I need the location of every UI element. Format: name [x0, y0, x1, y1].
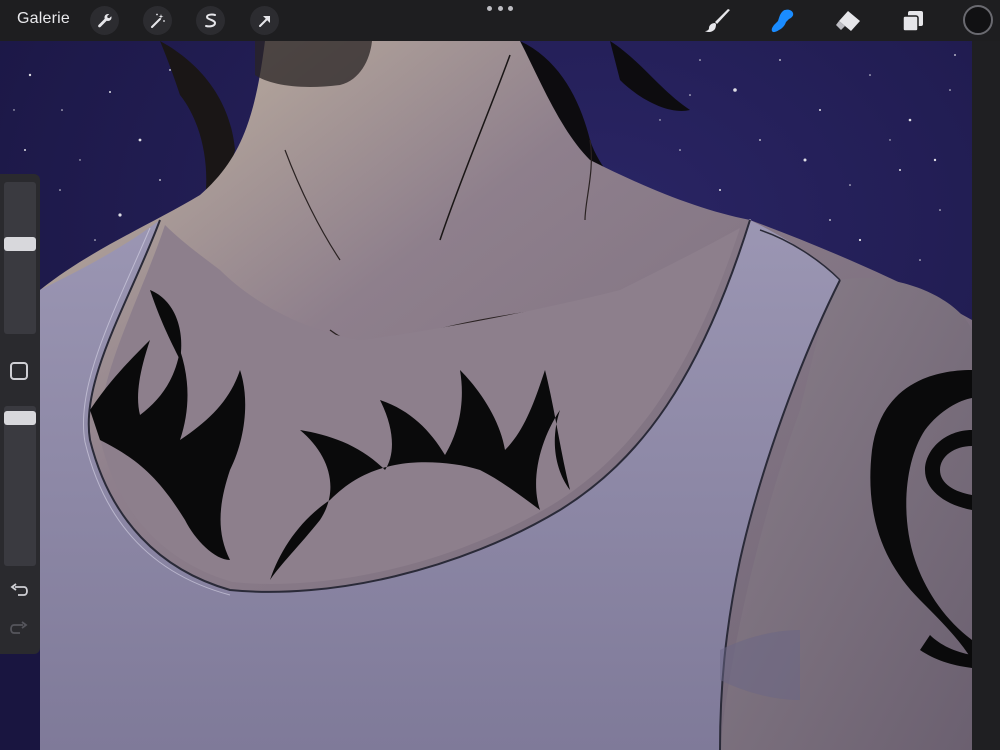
- adjustments-button[interactable]: [143, 6, 172, 35]
- magic-wand-icon: [150, 13, 165, 28]
- undo-button[interactable]: [8, 580, 30, 602]
- layers-button[interactable]: [898, 6, 928, 36]
- layers-icon: [902, 11, 923, 32]
- canvas-edge-strip: [972, 41, 1000, 750]
- top-toolbar: Galerie: [0, 0, 1000, 41]
- brush-icon: [705, 9, 730, 33]
- smudge-tool-button[interactable]: [768, 6, 798, 36]
- wrench-icon: [97, 13, 111, 27]
- color-picker-button[interactable]: [963, 5, 993, 35]
- smudge-icon: [771, 9, 794, 33]
- gallery-button[interactable]: Galerie: [17, 10, 70, 28]
- more-options-handle[interactable]: [487, 2, 513, 14]
- brush-tool-button[interactable]: [703, 6, 733, 36]
- transform-arrow-icon: [258, 15, 270, 27]
- selection-button[interactable]: [196, 6, 225, 35]
- undo-icon: [10, 583, 28, 596]
- brush-size-slider[interactable]: [4, 182, 36, 334]
- opacity-thumb[interactable]: [4, 411, 36, 425]
- drawing-canvas[interactable]: [0, 0, 1000, 750]
- transform-button[interactable]: [250, 6, 279, 35]
- selection-icon: [204, 13, 216, 27]
- left-sidebar: [0, 174, 40, 654]
- redo-button[interactable]: [8, 618, 30, 640]
- redo-icon: [10, 621, 28, 634]
- eraser-icon: [836, 11, 860, 31]
- actions-button[interactable]: [90, 6, 119, 35]
- modify-button[interactable]: [10, 362, 28, 380]
- opacity-slider[interactable]: [4, 406, 36, 566]
- eraser-tool-button[interactable]: [833, 6, 863, 36]
- brush-size-thumb[interactable]: [4, 237, 36, 251]
